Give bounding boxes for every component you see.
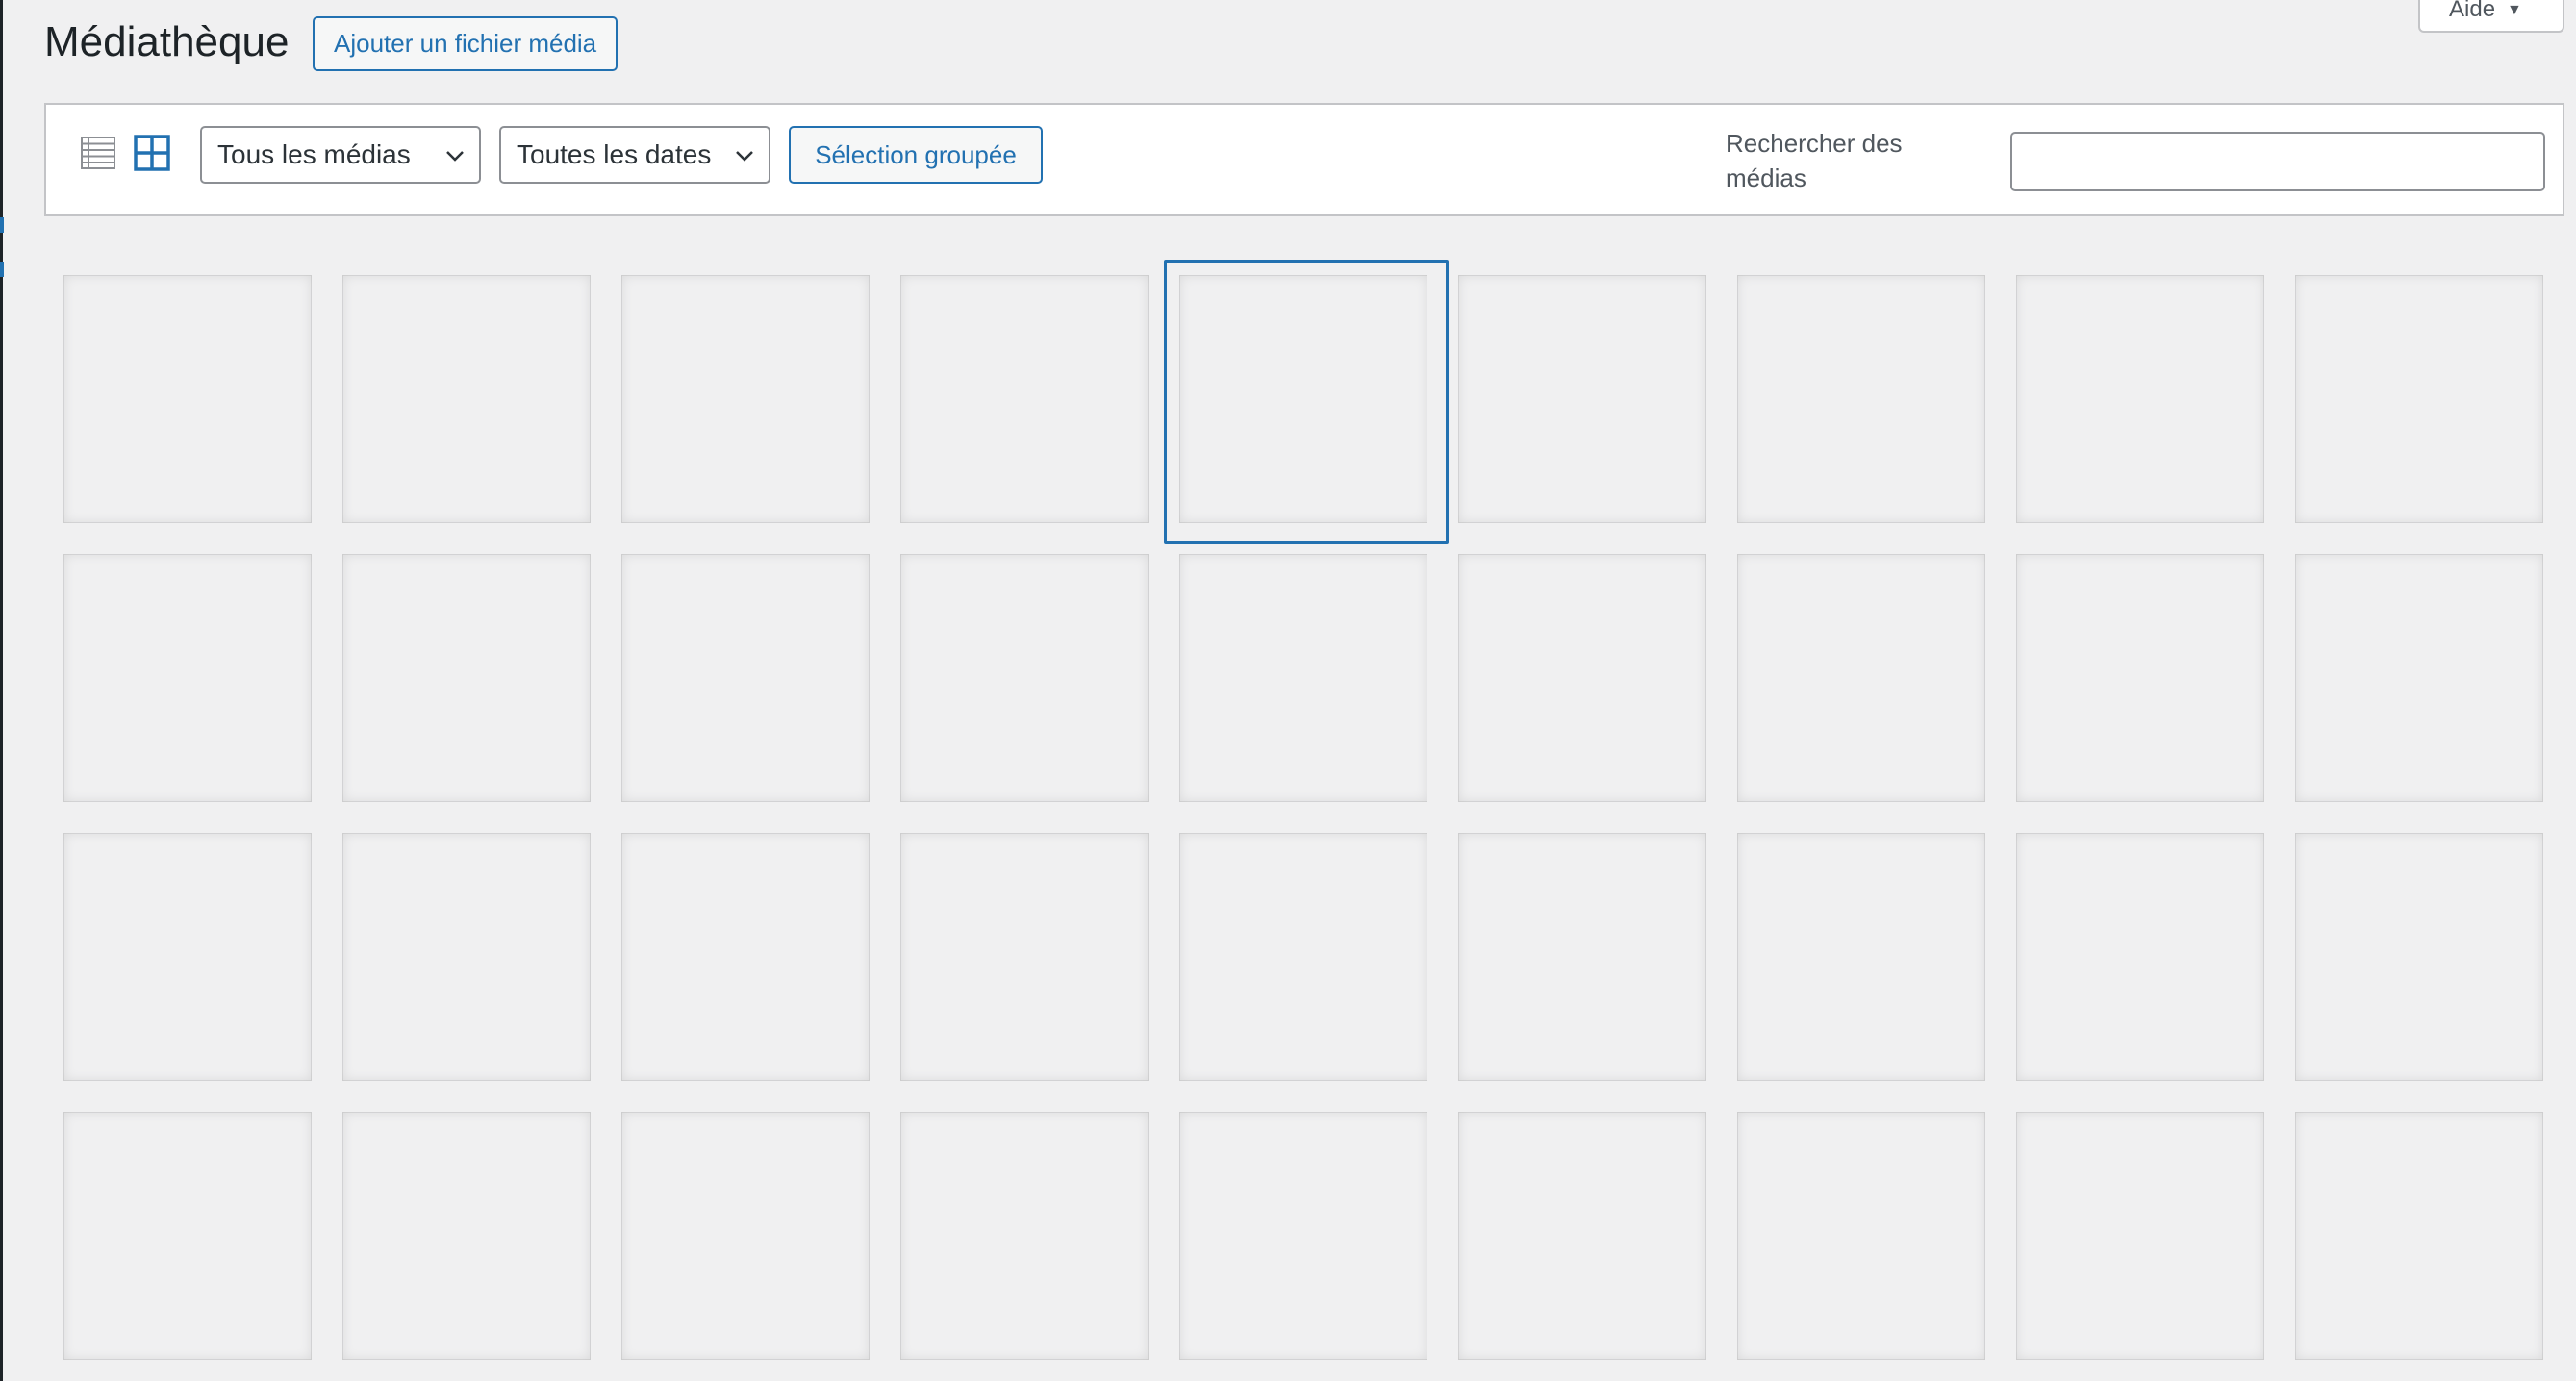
media-tile[interactable] [900, 554, 1149, 802]
help-label: Aide [2449, 0, 2496, 22]
media-tile[interactable] [1164, 260, 1449, 544]
chevron-down-icon [446, 151, 464, 162]
search-label: Rechercher des médias [1726, 129, 1903, 192]
media-tile[interactable] [900, 1112, 1149, 1360]
media-tile[interactable] [2016, 833, 2264, 1081]
media-tile[interactable] [621, 554, 870, 802]
media-tile[interactable] [1179, 833, 1427, 1081]
search-input[interactable] [2010, 132, 2545, 191]
media-tile[interactable] [1458, 833, 1706, 1081]
admin-menu-edge [0, 0, 3, 1381]
date-filter-value: Toutes les dates [517, 139, 712, 169]
media-library-page: Médiathèque Ajouter un fichier média Aid… [0, 0, 2576, 1381]
media-tile[interactable] [63, 1112, 312, 1360]
media-tile[interactable] [1458, 554, 1706, 802]
page-title: Médiathèque [44, 18, 290, 65]
chevron-down-icon [736, 151, 753, 162]
media-tile[interactable] [1179, 1112, 1427, 1360]
media-grid [63, 260, 2555, 1360]
media-tile[interactable] [2016, 1112, 2264, 1360]
media-tile[interactable] [63, 554, 312, 802]
media-tile[interactable] [900, 833, 1149, 1081]
media-tile[interactable] [2295, 554, 2543, 802]
admin-menu-indicator [0, 262, 4, 277]
media-tile[interactable] [342, 275, 591, 523]
media-tile[interactable] [1737, 554, 1985, 802]
date-filter[interactable]: Toutes les dates [499, 126, 770, 184]
media-tile[interactable] [1458, 1112, 1706, 1360]
add-media-button[interactable]: Ajouter un fichier média [313, 16, 619, 71]
grid-view-icon[interactable] [133, 134, 171, 172]
media-tile[interactable] [63, 275, 312, 523]
media-tile[interactable] [63, 833, 312, 1081]
media-tile[interactable] [1179, 554, 1427, 802]
media-toolbar: Tous les médias Toutes les dates Sélecti… [44, 103, 2564, 216]
media-tile[interactable] [1737, 1112, 1985, 1360]
media-tile[interactable] [342, 833, 591, 1081]
media-tile[interactable] [342, 554, 591, 802]
bulk-select-button[interactable]: Sélection groupée [789, 126, 1043, 184]
help-tab[interactable]: Aide ▼ [2418, 0, 2564, 33]
media-tile[interactable] [2016, 275, 2264, 523]
caret-down-icon: ▼ [2507, 2, 2522, 18]
admin-menu-indicator [0, 217, 4, 233]
media-tile[interactable] [2016, 554, 2264, 802]
media-tile[interactable] [900, 275, 1149, 523]
media-tile[interactable] [621, 1112, 870, 1360]
media-tile[interactable] [1458, 275, 1706, 523]
media-tile[interactable] [1737, 833, 1985, 1081]
media-type-filter[interactable]: Tous les médias [200, 126, 481, 184]
media-tile[interactable] [2295, 1112, 2543, 1360]
media-tile[interactable] [621, 275, 870, 523]
media-type-filter-value: Tous les médias [217, 139, 411, 169]
media-tile[interactable] [2295, 833, 2543, 1081]
media-tile[interactable] [342, 1112, 591, 1360]
media-tile[interactable] [1737, 275, 1985, 523]
media-tile[interactable] [2295, 275, 2543, 523]
media-tile[interactable] [621, 833, 870, 1081]
list-view-icon[interactable] [79, 134, 117, 172]
